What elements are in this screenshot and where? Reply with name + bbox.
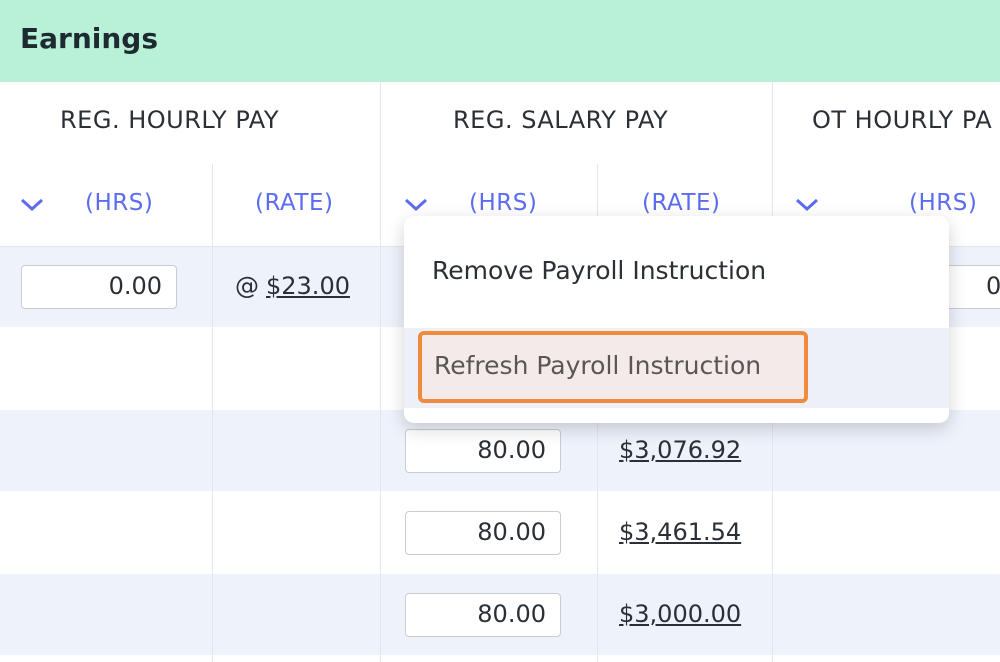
section-title: Earnings (20, 22, 159, 55)
subheader-hourly-hrs: (HRS) (85, 190, 154, 216)
salary-hrs-input[interactable]: 80.00 (405, 511, 561, 555)
remove-payroll-instruction-item[interactable]: Remove Payroll Instruction (432, 256, 766, 285)
column-group-reg-hourly-pay: REG. HOURLY PAY (60, 106, 279, 134)
column-group-reg-salary-pay: REG. SALARY PAY (453, 106, 669, 134)
chevron-down-icon[interactable] (792, 192, 822, 216)
subheader-salary-hrs: (HRS) (469, 190, 538, 216)
refresh-payroll-instruction-label: Refresh Payroll Instruction (434, 351, 762, 380)
hourly-hrs-input[interactable]: 0.00 (21, 265, 177, 309)
salary-hrs-input[interactable]: 80.00 (405, 593, 561, 637)
at-symbol: @ (235, 272, 259, 300)
salary-rate-link[interactable]: $3,076.92 (619, 436, 741, 464)
payroll-instruction-menu: Remove Payroll Instruction Refresh Payro… (404, 216, 949, 423)
chevron-down-icon[interactable] (401, 192, 431, 216)
salary-rate-link[interactable]: $3,461.54 (619, 518, 741, 546)
salary-rate-link[interactable]: $3,000.00 (619, 600, 741, 628)
column-group-ot-hourly-pay: OT HOURLY PA (812, 106, 993, 134)
column-divider (212, 164, 213, 662)
refresh-payroll-instruction-item[interactable]: Refresh Payroll Instruction (418, 331, 808, 403)
earnings-header: Earnings (0, 0, 1000, 82)
column-divider (380, 82, 381, 662)
subheader-ot-hrs: (HRS) (909, 190, 978, 216)
hourly-rate-link[interactable]: $23.00 (266, 272, 350, 300)
subheader-hourly-rate: (RATE) (255, 190, 334, 216)
salary-hrs-input[interactable]: 80.00 (405, 429, 561, 473)
chevron-down-icon[interactable] (17, 192, 47, 216)
subheader-salary-rate: (RATE) (642, 190, 721, 216)
